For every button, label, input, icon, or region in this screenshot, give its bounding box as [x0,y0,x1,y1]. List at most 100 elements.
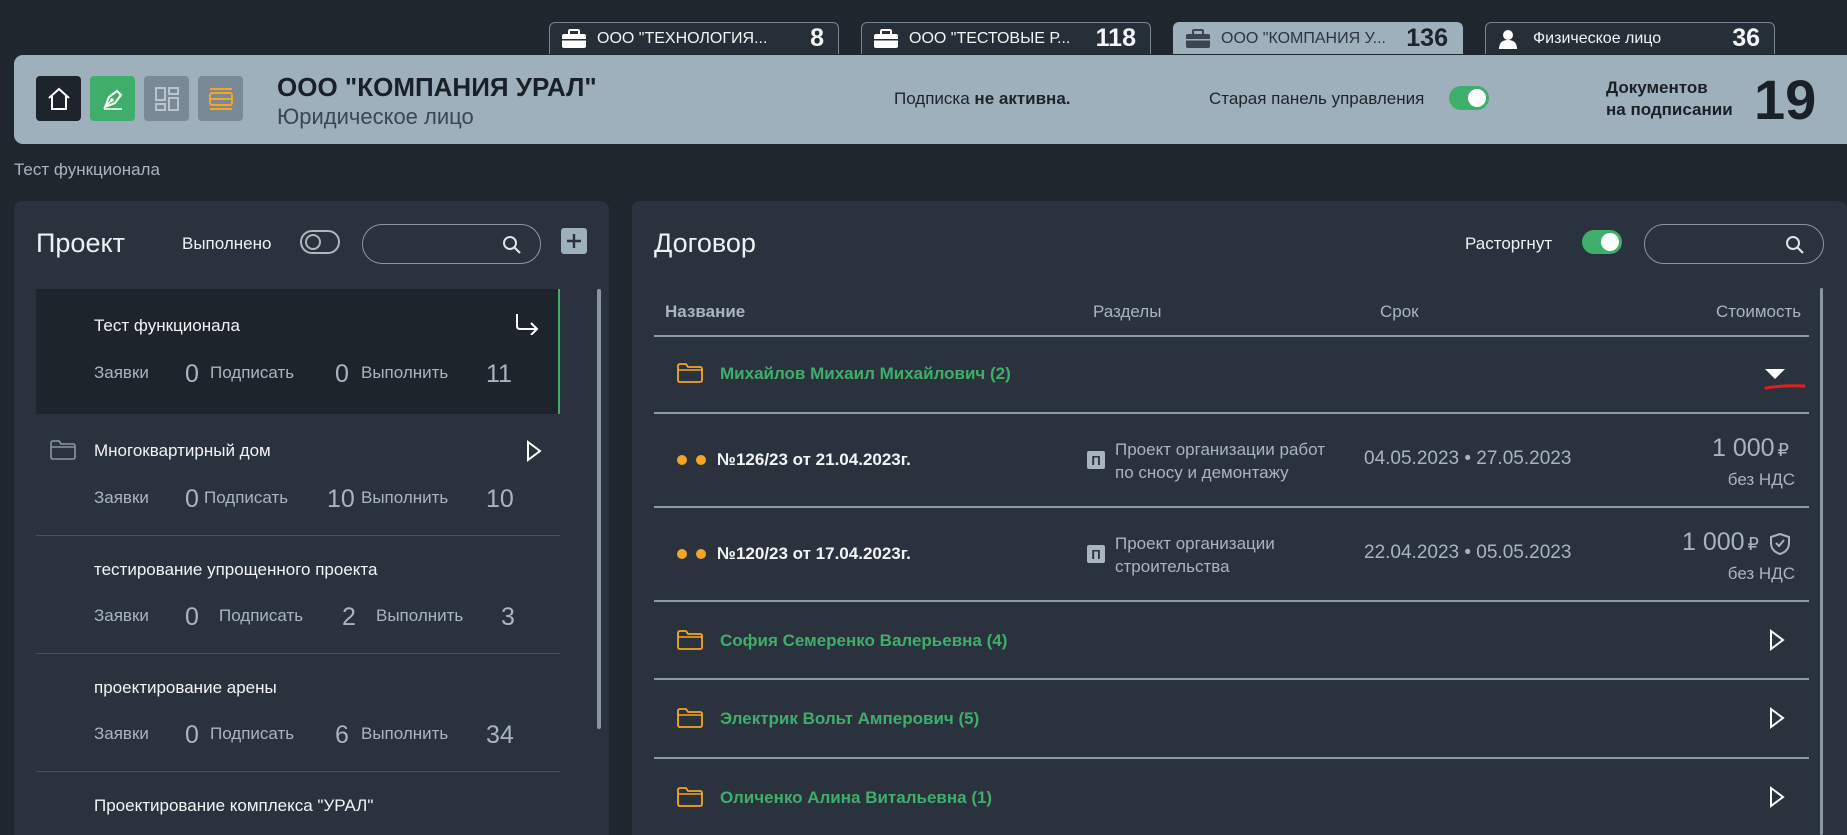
contract-search[interactable] [1644,224,1824,264]
column-sections[interactable]: Разделы [1093,302,1161,322]
terminated-label: Расторгнут [1465,234,1553,253]
terminated-toggle[interactable] [1582,230,1622,254]
add-project-button[interactable] [561,228,587,254]
section-badge: П [1087,451,1105,469]
contract-group-row[interactable]: Электрик Вольт Амперович (5) [654,680,1809,759]
done-toggle[interactable] [300,230,340,254]
contract-group-row[interactable]: Михайлов Михаил Михайлович (2) [654,335,1809,414]
requests-label: Заявки [94,488,149,507]
project-item[interactable]: тестирование упрощенного проекта Заявки … [36,536,560,654]
requests-count: 0 [185,721,199,749]
project-panel-title: Проект [36,228,125,258]
section-line1: Проект организации [1115,534,1275,553]
status-dot [677,455,687,465]
tab-company-1[interactable]: ООО "ТЕХНОЛОГИЯ... 8 [549,22,839,54]
project-name: Тест функционала [94,316,240,335]
tab-individual[interactable]: Физическое лицо 36 [1485,22,1775,54]
expand-icon[interactable] [1769,786,1785,813]
done-label: Выполнено [182,234,272,253]
sign-count: 0 [335,360,349,388]
do-label: Выполнить [361,488,449,507]
project-panel: Проект Выполнено Тест функционала Заявки… [14,201,609,835]
red-underline-annotation [1764,384,1806,390]
project-item[interactable]: Тест функционала Заявки 0 Подписать 0 Вы… [36,289,560,414]
contract-group-row[interactable]: София Семеренко Валерьевна (4) [654,602,1809,680]
project-name: Проектирование комплекса "УРАЛ" [94,796,374,815]
column-cost[interactable]: Стоимость [1716,302,1801,322]
do-count: 10 [486,485,514,513]
breadcrumb[interactable]: Тест функционала [14,160,160,180]
tab-count: 118 [1095,24,1136,52]
contract-group-row[interactable]: Оличенко Алина Витальевна (1) [654,759,1809,835]
briefcase-icon [561,28,587,50]
contract-row[interactable]: №126/23 от 21.04.2023г. П Проект организ… [654,414,1809,508]
project-item[interactable]: проектирование арены Заявки 0 Подписать … [36,654,560,772]
project-search[interactable] [362,224,541,264]
subscription-value: не активна. [974,89,1071,108]
play-icon[interactable] [526,440,542,467]
vat-label: без НДС [1727,470,1795,489]
requests-count: 0 [185,360,199,388]
sign-button[interactable] [90,76,135,121]
shield-icon[interactable] [1769,532,1791,556]
tab-company-2[interactable]: ООО "ТЕСТОВЫЕ Р... 118 [861,22,1151,54]
contract-row[interactable]: №120/23 от 17.04.2023г. П Проект организ… [654,508,1809,602]
folder-icon [677,363,703,388]
company-type: Юридическое лицо [277,104,474,129]
tab-name: ООО "ТЕСТОВЫЕ Р... [909,29,1071,47]
docs-to-sign-count[interactable]: 19 [1754,67,1816,132]
tab-count: 136 [1406,24,1448,52]
status-dot [696,455,706,465]
briefcase-icon [1185,28,1211,50]
vat-label: без НДС [1727,564,1795,583]
requests-count: 0 [185,603,199,631]
project-item[interactable]: Проектирование комплекса "УРАЛ" [36,772,560,835]
price-value: 1 000 [1681,528,1745,556]
contract-list-scrollbar[interactable] [1820,288,1823,835]
old-panel-label: Старая панель управления [1209,89,1425,108]
section-badge: П [1087,545,1105,563]
requests-count: 0 [185,485,199,513]
list-view-button[interactable] [198,76,243,121]
column-term[interactable]: Срок [1380,302,1419,322]
tab-company-3[interactable]: ООО "КОМПАНИЯ У... 136 [1173,22,1463,54]
tab-name: ООО "ТЕХНОЛОГИЯ... [597,29,768,47]
group-name: София Семеренко Валерьевна (4) [720,631,1008,650]
section-line2: по сносу и демонтажу [1115,463,1289,482]
sign-label: Подписать [204,488,289,507]
tab-name: Физическое лицо [1533,29,1662,47]
project-list-scrollbar[interactable] [597,289,601,729]
expand-icon[interactable] [1769,629,1785,656]
requests-label: Заявки [94,606,149,625]
open-project-icon[interactable] [514,313,540,340]
contract-period: 22.04.2023 • 05.05.2023 [1364,542,1572,563]
expand-icon[interactable] [1769,707,1785,734]
section-name: Проект организации работ по сносу и демон… [1115,438,1355,484]
price-value: 1 000 [1711,434,1775,462]
status-dot [677,549,687,559]
group-name: Оличенко Алина Витальевна (1) [720,788,993,807]
column-name[interactable]: Название [665,302,745,322]
ruble-icon: ₽ [1777,440,1789,460]
tab-name: ООО "КОМПАНИЯ У... [1221,29,1386,47]
contract-number: №126/23 от 21.04.2023г. [717,450,911,469]
project-item[interactable]: Многоквартирный дом Заявки 0 Подписать 1… [36,414,560,536]
do-count: 11 [486,360,512,388]
section-line2: строительства [1115,557,1230,576]
old-panel-toggle[interactable] [1449,86,1489,110]
tab-count: 8 [810,24,824,52]
docs-label-line2: на подписании [1606,100,1733,119]
dashboard-button[interactable] [144,76,189,121]
sign-count: 2 [342,603,356,631]
home-icon [47,87,70,110]
contract-number: №120/23 от 17.04.2023г. [717,544,911,563]
project-name: тестирование упрощенного проекта [94,560,378,579]
search-icon[interactable] [502,235,522,260]
company-header: ООО "КОМПАНИЯ УРАЛ" Юридическое лицо Под… [14,55,1847,144]
do-count: 34 [486,721,514,749]
home-button[interactable] [36,76,81,121]
sign-count: 6 [335,721,349,749]
sign-label: Подписать [210,724,295,743]
search-icon[interactable] [1785,235,1805,260]
folder-icon [677,787,703,812]
